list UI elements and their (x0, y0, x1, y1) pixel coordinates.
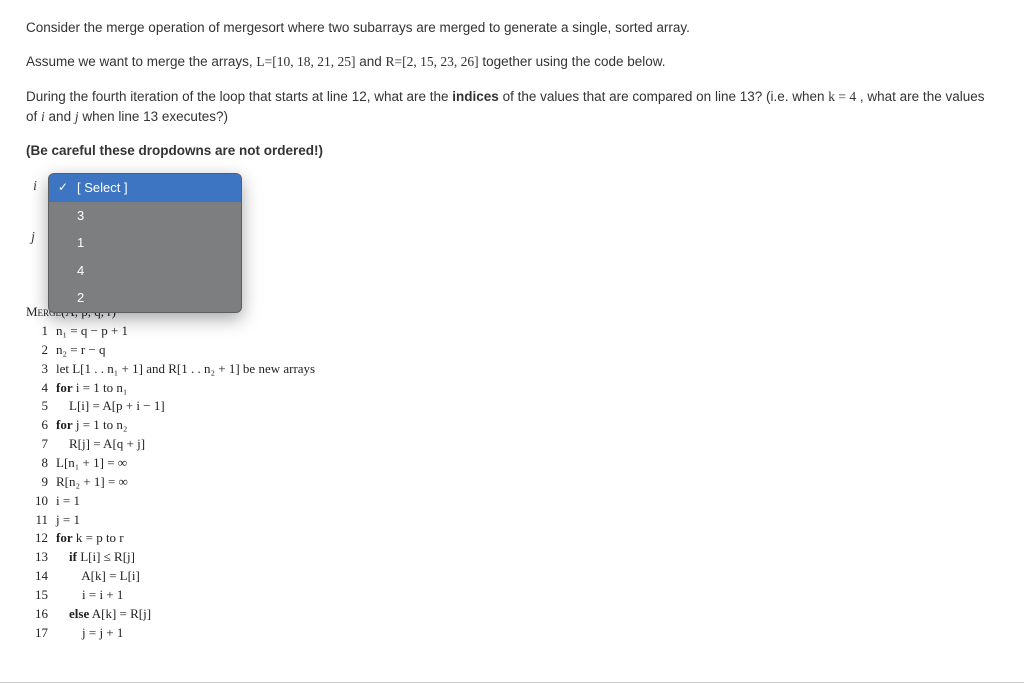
code-line: 13 if L[i] ≤ R[j] (26, 548, 998, 567)
code-line-number: 7 (26, 435, 56, 454)
code-line-body: j = j + 1 (56, 624, 123, 643)
code-line-number: 8 (26, 454, 56, 473)
code-line-number: 11 (26, 511, 56, 530)
q3-eq: k = 4 (828, 89, 856, 104)
code-line: 4for i = 1 to n₁ (26, 379, 998, 398)
q4-warning: (Be careful these dropdowns are not orde… (26, 143, 323, 158)
code-line-number: 6 (26, 416, 56, 435)
code-line: 6for j = 1 to n₂ (26, 416, 998, 435)
code-line-number: 3 (26, 360, 56, 379)
pseudocode-block: Merge(A, p, q, r) 1n₁ = q − p + 12n₂ = r… (26, 303, 998, 642)
label-j: j (26, 229, 40, 245)
code-line: 17 j = j + 1 (26, 624, 998, 643)
q3-b: of the values that are compared on line … (503, 89, 829, 104)
select-i-dropdown[interactable]: [ Select ] 3 1 4 2 (48, 173, 242, 313)
code-line: 15 i = i + 1 (26, 586, 998, 605)
q3-e: when line 13 executes?) (82, 109, 228, 124)
code-line-body: i = 1 (56, 492, 80, 511)
q3-bold-indices: indices (452, 89, 499, 104)
code-line-number: 13 (26, 548, 56, 567)
code-line: 16 else A[k] = R[j] (26, 605, 998, 624)
code-line: 9R[n₂ + 1] = ∞ (26, 473, 998, 492)
code-line-body: L[i] = A[p + i − 1] (56, 397, 165, 416)
code-line-body: for i = 1 to n₁ (56, 379, 127, 398)
q2-tail: together using the code below. (482, 54, 665, 69)
code-line-number: 17 (26, 624, 56, 643)
code-line-body: for k = p to r (56, 529, 124, 548)
code-line-number: 9 (26, 473, 56, 492)
code-line-number: 2 (26, 341, 56, 360)
label-i: i (28, 178, 42, 194)
q3-d: and (49, 109, 75, 124)
code-line-body: R[n₂ + 1] = ∞ (56, 473, 128, 492)
select-option[interactable]: 1 (49, 229, 241, 257)
code-line: 2n₂ = r − q (26, 341, 998, 360)
q2-lead: Assume we want to merge the arrays, (26, 54, 256, 69)
question-text-block: Consider the merge operation of mergesor… (26, 18, 998, 161)
code-line-body: n₁ = q − p + 1 (56, 322, 128, 341)
code-line-body: for j = 1 to n₂ (56, 416, 127, 435)
question-line-2: Assume we want to merge the arrays, L=[1… (26, 52, 998, 72)
question-line-4: (Be careful these dropdowns are not orde… (26, 141, 998, 161)
q2-R-array: R=[2, 15, 23, 26] (386, 54, 479, 69)
question-line-3: During the fourth iteration of the loop … (26, 87, 998, 128)
code-line: 7 R[j] = A[q + j] (26, 435, 998, 454)
q3-var-j: j (75, 109, 79, 124)
answers-area: i [ Select ] 3 1 4 2 j (26, 175, 998, 275)
code-line-number: 12 (26, 529, 56, 548)
code-line: 14 A[k] = L[i] (26, 567, 998, 586)
select-option[interactable]: 3 (49, 202, 241, 230)
code-line-body: let L[1 . . n₁ + 1] and R[1 . . n₂ + 1] … (56, 360, 315, 379)
code-line-number: 14 (26, 567, 56, 586)
code-line: 10i = 1 (26, 492, 998, 511)
select-option[interactable]: 4 (49, 257, 241, 285)
code-line-number: 1 (26, 322, 56, 341)
code-line: 1n₁ = q − p + 1 (26, 322, 998, 341)
code-line: 8L[n₁ + 1] = ∞ (26, 454, 998, 473)
code-line-body: i = i + 1 (56, 586, 123, 605)
code-line-body: else A[k] = R[j] (56, 605, 151, 624)
code-line: 3let L[1 . . n₁ + 1] and R[1 . . n₂ + 1]… (26, 360, 998, 379)
code-line-number: 16 (26, 605, 56, 624)
code-line-body: if L[i] ≤ R[j] (56, 548, 135, 567)
code-line-body: L[n₁ + 1] = ∞ (56, 454, 127, 473)
code-line-body: j = 1 (56, 511, 80, 530)
code-line-number: 5 (26, 397, 56, 416)
question-line-1: Consider the merge operation of mergesor… (26, 18, 998, 38)
code-line-body: n₂ = r − q (56, 341, 106, 360)
q3-a: During the fourth iteration of the loop … (26, 89, 452, 104)
code-line-number: 10 (26, 492, 56, 511)
code-line-body: R[j] = A[q + j] (56, 435, 145, 454)
code-line-body: A[k] = L[i] (56, 567, 140, 586)
code-line: 5 L[i] = A[p + i − 1] (26, 397, 998, 416)
q3-var-i: i (41, 109, 45, 124)
question-container: Consider the merge operation of mergesor… (0, 0, 1024, 683)
code-line: 12for k = p to r (26, 529, 998, 548)
code-line-number: 15 (26, 586, 56, 605)
q2-mid: and (359, 54, 385, 69)
code-line: 11j = 1 (26, 511, 998, 530)
select-option[interactable]: 2 (49, 284, 241, 312)
q2-L-array: L=[10, 18, 21, 25] (256, 54, 355, 69)
select-option-placeholder[interactable]: [ Select ] (49, 174, 241, 202)
code-line-number: 4 (26, 379, 56, 398)
